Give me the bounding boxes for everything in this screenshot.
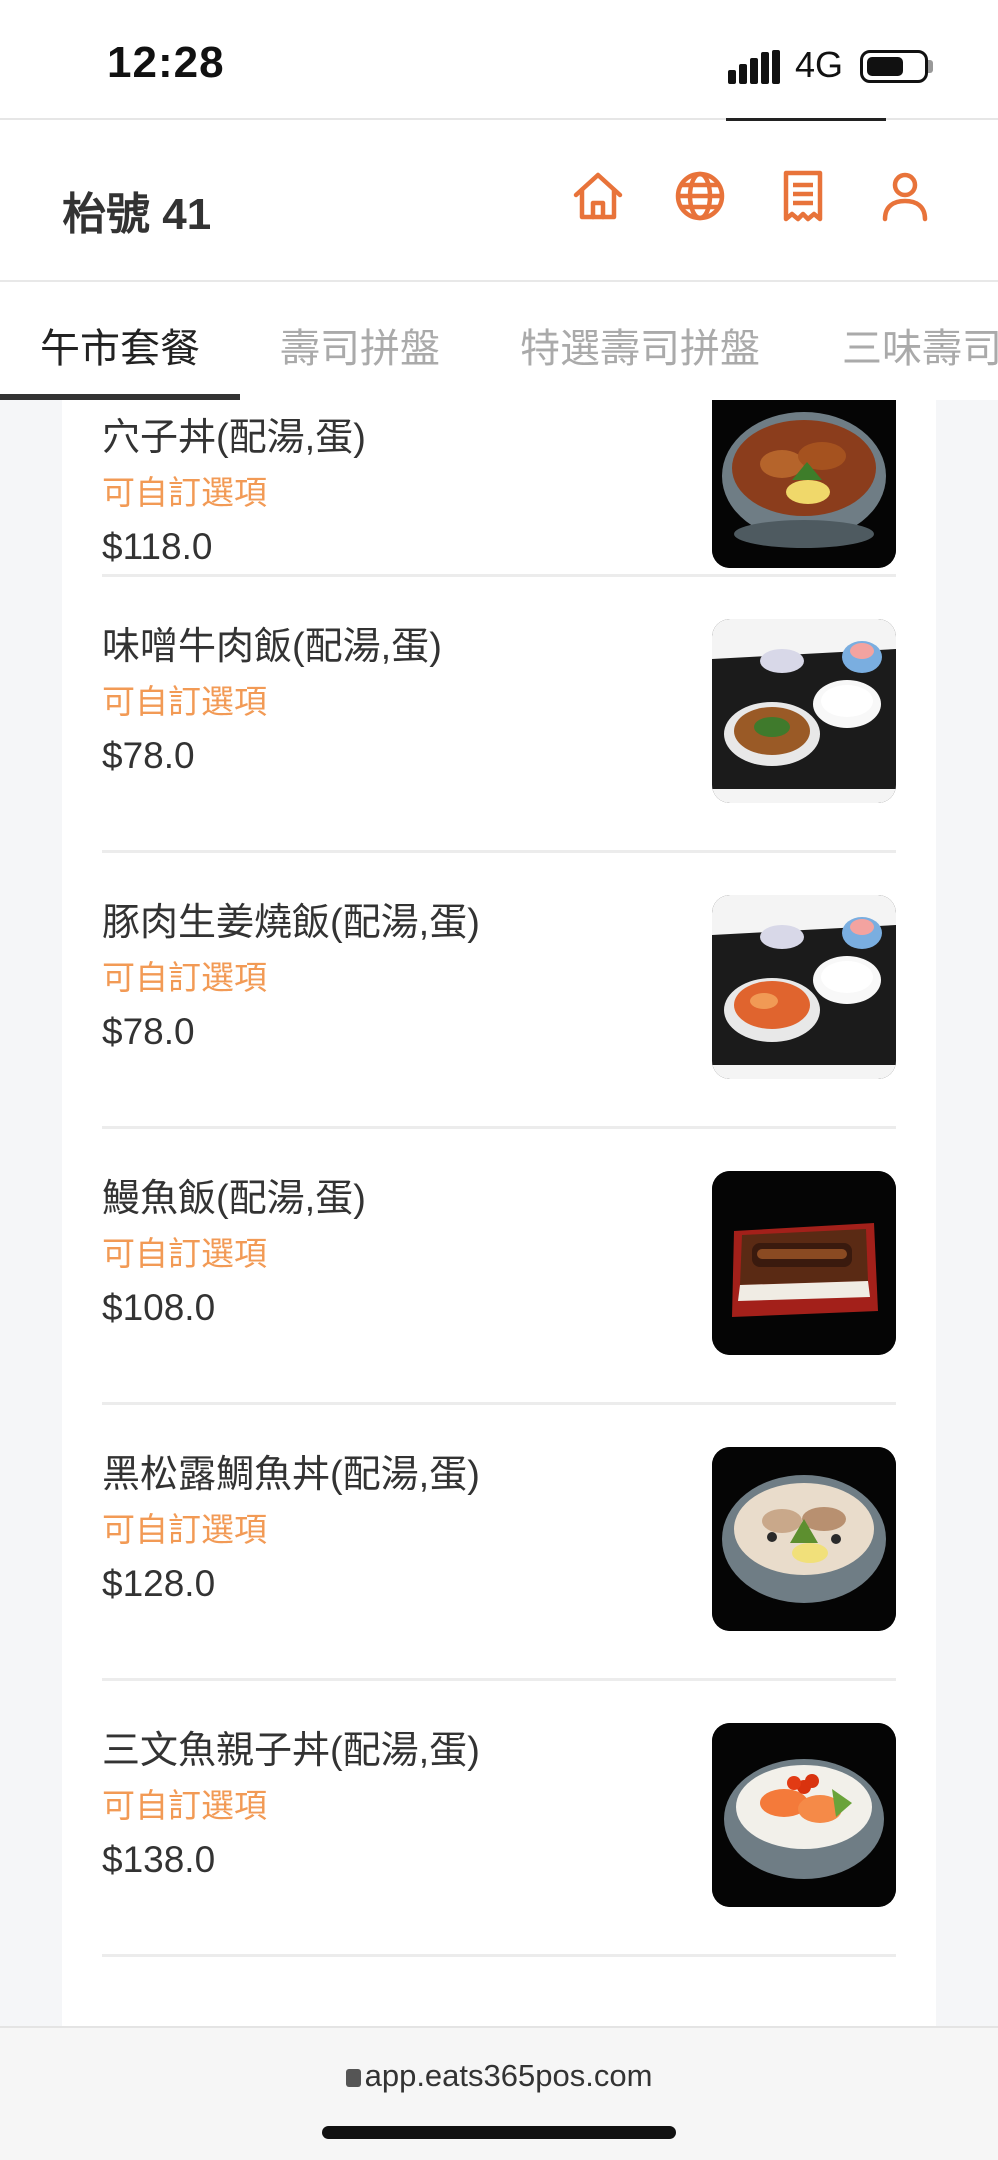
item-name: 三文魚親子丼(配湯,蛋)	[102, 1730, 480, 1772]
item-price: $108.0	[102, 1287, 216, 1328]
menu-item[interactable]: 豚肉生姜燒飯(配湯,蛋) 可自訂選項 $78.0	[102, 853, 896, 1129]
menu-item[interactable]: 味噌牛肉飯(配湯,蛋) 可自訂選項 $78.0	[102, 577, 896, 853]
browser-url-bar[interactable]: app.eats365pos.com	[0, 2026, 998, 2160]
table-number-title: 枱號 41	[62, 190, 212, 239]
item-price: $118.0	[102, 526, 213, 567]
status-underline	[726, 118, 886, 121]
item-customizable-label: 可自訂選項	[102, 474, 267, 511]
item-name: 鰻魚飯(配湯,蛋)	[102, 1178, 366, 1220]
item-price: $138.0	[102, 1839, 216, 1880]
url-text: app.eats365pos.com	[364, 2058, 653, 2093]
receipt-icon[interactable]	[775, 168, 831, 224]
item-name: 穴子丼(配湯,蛋)	[102, 417, 366, 459]
status-bar: 12:28 4G	[0, 0, 998, 121]
item-price: $128.0	[102, 1563, 216, 1604]
tab-lunch-set[interactable]: 午市套餐	[40, 316, 200, 374]
item-customizable-label: 可自訂選項	[102, 683, 267, 720]
battery-icon	[860, 50, 928, 83]
globe-icon[interactable]	[672, 168, 728, 224]
menu-item[interactable]: 鰻魚飯(配湯,蛋) 可自訂選項 $108.0	[102, 1129, 896, 1405]
item-photo-anago-bowl	[712, 400, 896, 568]
item-photo-pork-tray	[712, 895, 896, 1079]
lock-icon	[345, 2069, 361, 2087]
menu-item[interactable]: 黑松露鯛魚丼(配湯,蛋) 可自訂選項 $128.0	[102, 1405, 896, 1681]
item-name: 味噌牛肉飯(配湯,蛋)	[102, 626, 442, 668]
item-customizable-label: 可自訂選項	[102, 959, 267, 996]
menu-card: 穴子丼(配湯,蛋) 可自訂選項 $118.0 味噌牛肉飯(配湯,蛋) 可自訂選項	[62, 400, 936, 2026]
tab-three-flavor-sushi[interactable]: 三味壽司	[842, 316, 998, 374]
item-photo-snapper-bowl	[712, 1447, 896, 1631]
item-customizable-label: 可自訂選項	[102, 1235, 267, 1272]
item-price: $78.0	[102, 1011, 195, 1052]
tab-sushi-platter[interactable]: 壽司拼盤	[280, 316, 440, 374]
menu-item[interactable]: 三文魚親子丼(配湯,蛋) 可自訂選項 $138.0	[102, 1681, 896, 1957]
user-icon[interactable]	[877, 168, 933, 224]
network-type: 4G	[795, 44, 844, 85]
item-customizable-label: 可自訂選項	[102, 1787, 267, 1824]
item-photo-eel-box	[712, 1171, 896, 1355]
item-name: 豚肉生姜燒飯(配湯,蛋)	[102, 902, 480, 944]
url-display[interactable]: app.eats365pos.com	[0, 2058, 998, 2094]
app-header: 枱號 41	[0, 122, 998, 282]
category-tabs: 午市套餐 壽司拼盤 特選壽司拼盤 三味壽司	[0, 284, 998, 400]
menu-scroll-area[interactable]: 穴子丼(配湯,蛋) 可自訂選項 $118.0 味噌牛肉飯(配湯,蛋) 可自訂選項	[0, 400, 998, 2026]
home-indicator[interactable]	[322, 2126, 676, 2139]
item-name: 黑松露鯛魚丼(配湯,蛋)	[102, 1454, 480, 1496]
item-price: $78.0	[102, 735, 195, 776]
signal-icon	[728, 50, 780, 84]
item-customizable-label: 可自訂選項	[102, 1511, 267, 1548]
home-icon[interactable]	[570, 168, 626, 224]
item-photo-salmon-bowl	[712, 1723, 896, 1907]
tab-special-sushi-platter[interactable]: 特選壽司拼盤	[520, 316, 760, 374]
status-time: 12:28	[107, 38, 225, 87]
item-photo-beef-tray	[712, 619, 896, 803]
menu-item[interactable]: 穴子丼(配湯,蛋) 可自訂選項 $118.0	[102, 400, 896, 577]
battery-tip	[928, 60, 933, 73]
